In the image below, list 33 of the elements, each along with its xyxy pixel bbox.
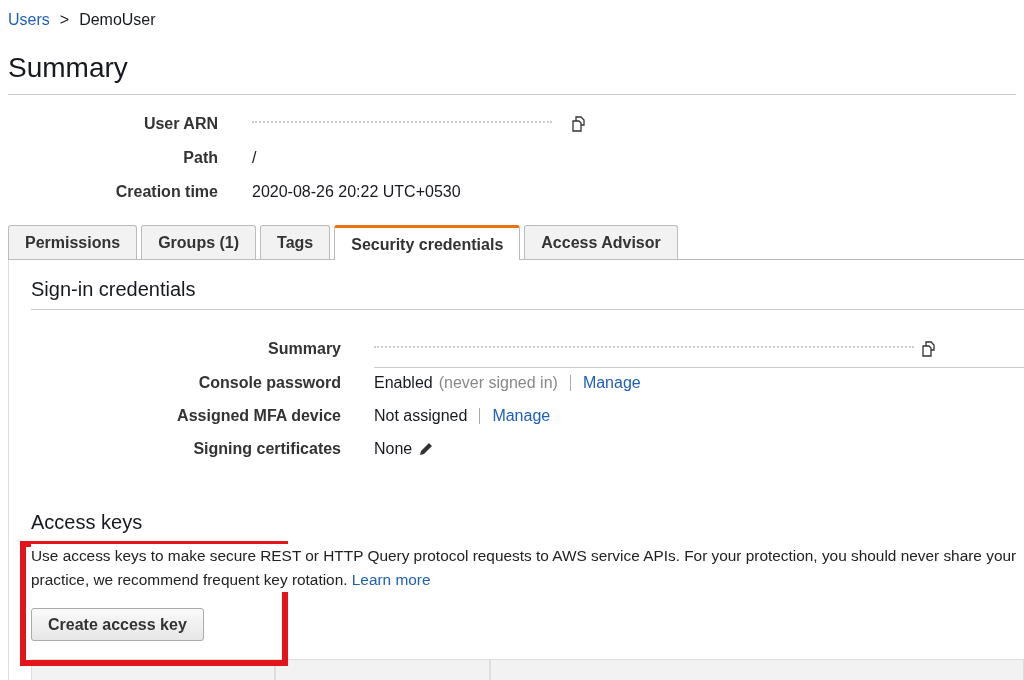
tab[interactable]: Groups (1) <box>141 225 257 259</box>
section-heading: Access keys <box>31 511 144 535</box>
detail-label: Path <box>182 148 218 167</box>
tab[interactable]: Permissions <box>8 225 138 259</box>
description-text: Use access keys to make secure REST or HTTP Query protocol requests to AWS service APIs. For your protection, you should never share your <box>31 544 1017 568</box>
tab[interactable]: Access Advisor <box>524 225 678 259</box>
detail-label: Creation time <box>114 182 218 201</box>
status-value: Enabled <box>374 374 433 392</box>
manage-link[interactable]: Manage <box>582 374 641 392</box>
status-value: None <box>374 440 413 458</box>
credential-label: Assigned MFA device <box>176 406 341 426</box>
detail-value: 2020-08-26 20:22 UTC+0530 <box>252 182 461 201</box>
detail-value: / <box>252 148 257 167</box>
breadcrumb-separator: > <box>59 11 70 29</box>
learn-more-link[interactable]: Learn more <box>351 571 431 588</box>
breadcrumb-current: DemoUser <box>79 11 156 29</box>
pencil-icon[interactable] <box>418 441 435 457</box>
description-text: practice, we recommend frequent key rotation. Learn more <box>31 568 431 592</box>
tab[interactable]: Tags <box>260 225 331 259</box>
copy-icon[interactable] <box>570 114 588 133</box>
tab[interactable]: Security credentials <box>334 225 521 260</box>
status-value: Not assigned <box>374 407 468 425</box>
page-title: Summary <box>8 30 1016 95</box>
credential-label: Signing certificates <box>192 439 341 459</box>
section-heading: Sign-in credentials <box>31 278 1024 310</box>
credential-label: Summary <box>267 339 341 359</box>
manage-link[interactable]: Manage <box>492 407 551 425</box>
breadcrumb-link[interactable]: Users <box>8 11 50 29</box>
status-note: (never signed in) <box>438 374 558 392</box>
copy-icon[interactable] <box>920 340 938 358</box>
detail-label: User ARN <box>142 114 218 133</box>
create-access-key-button[interactable]: Create access key <box>31 608 204 641</box>
credential-label: Console password <box>197 373 341 393</box>
